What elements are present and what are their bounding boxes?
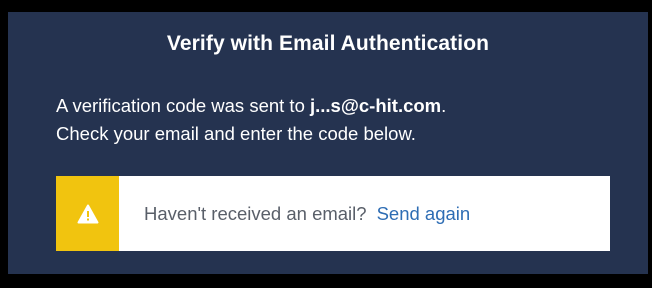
email-authentication-panel: Verify with Email Authentication A verif… <box>8 12 648 274</box>
warning-icon <box>77 204 98 223</box>
warning-icon-container <box>56 176 119 251</box>
dialog-title: Verify with Email Authentication <box>166 32 490 55</box>
notice-body: Haven't received an email? Send again <box>119 176 470 251</box>
notice-text: Haven't received an email? <box>144 202 367 224</box>
message-suffix: . <box>441 95 447 116</box>
masked-email: j...s@c-hit.com <box>310 95 442 116</box>
resend-notice: Haven't received an email? Send again <box>56 176 610 251</box>
screenshot-frame: Verify with Email Authentication A verif… <box>0 0 652 288</box>
verification-message: A verification code was sent to j...s@c-… <box>56 92 626 148</box>
message-prefix: A verification code was sent to <box>56 95 310 116</box>
message-instructions: Check your email and enter the code belo… <box>56 123 416 144</box>
send-again-link[interactable]: Send again <box>377 203 471 225</box>
